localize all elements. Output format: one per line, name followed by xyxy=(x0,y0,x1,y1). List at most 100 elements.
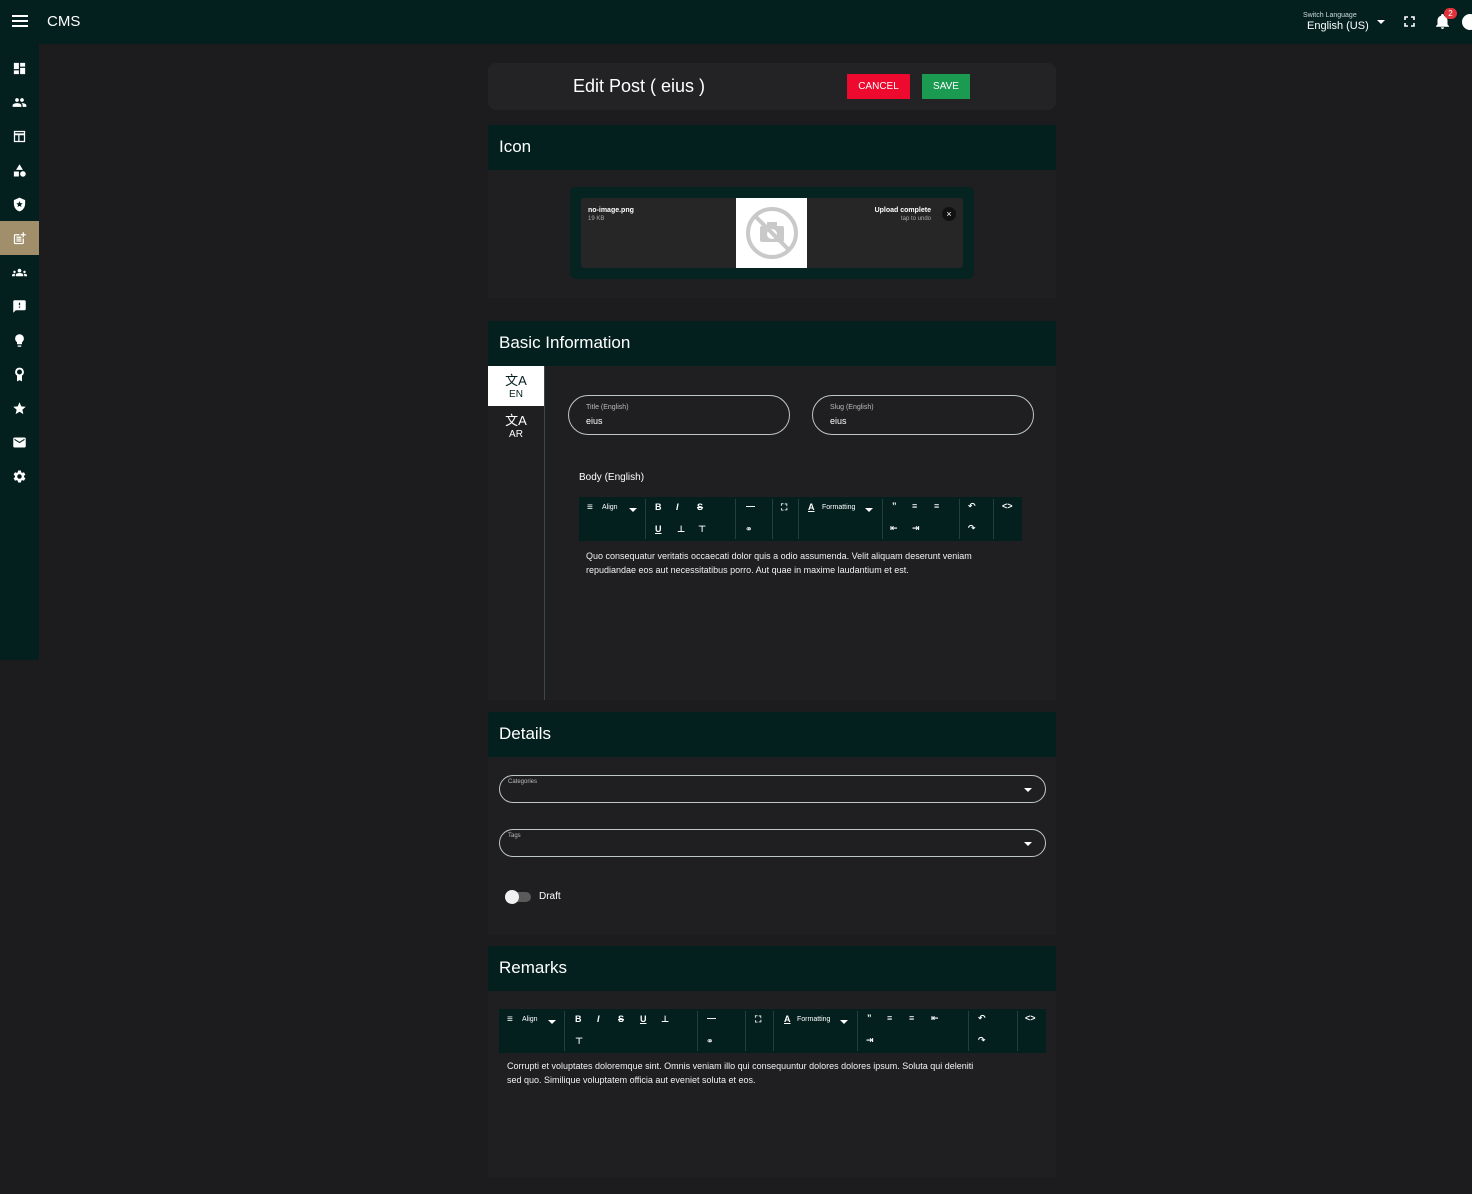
sidebar-item-settings[interactable] xyxy=(0,459,39,493)
undo-icon[interactable]: ↶ xyxy=(978,1013,986,1024)
redo-icon[interactable]: ↷ xyxy=(978,1035,986,1046)
categories-select[interactable]: Categories xyxy=(499,775,1046,803)
italic-icon[interactable]: I xyxy=(597,1014,600,1024)
chevron-down-icon[interactable] xyxy=(1377,20,1385,24)
tab-en[interactable]: 文A EN xyxy=(488,366,544,406)
chevron-down-icon[interactable] xyxy=(865,508,873,512)
close-icon[interactable]: × xyxy=(942,207,956,221)
sidebar-item-groups[interactable] xyxy=(0,255,39,289)
tags-select[interactable]: Tags xyxy=(499,829,1046,857)
text-color-icon[interactable]: A xyxy=(808,502,815,512)
superscript-icon[interactable]: ⊤ xyxy=(575,1036,583,1047)
horizontal-rule-icon[interactable]: — xyxy=(746,501,755,511)
horizontal-rule-icon[interactable]: — xyxy=(707,1013,716,1023)
title-field[interactable]: Title (English) eius xyxy=(568,395,790,435)
sidebar-item-dashboard[interactable] xyxy=(0,51,39,85)
strikethrough-icon[interactable]: S xyxy=(697,502,703,512)
sidebar-item-posts[interactable] xyxy=(0,221,39,255)
field-label: Title (English) xyxy=(586,404,629,411)
align-left-icon[interactable]: ≡ xyxy=(587,502,593,513)
sidebar xyxy=(0,44,39,660)
bullet-list-icon[interactable]: ≡ xyxy=(887,1013,892,1023)
underline-icon[interactable]: U xyxy=(640,1014,647,1024)
sidebar-item-feedback[interactable] xyxy=(0,289,39,323)
file-upload[interactable]: no-image.png 19 KB Upload complete tap t… xyxy=(570,187,974,279)
superscript-icon[interactable]: ⊤ xyxy=(698,524,706,535)
undo-hint[interactable]: tap to undo xyxy=(901,216,931,222)
quote-icon[interactable]: ” xyxy=(867,1013,872,1023)
notification-badge: 2 xyxy=(1444,8,1457,19)
feedback-icon xyxy=(13,299,26,313)
shapes-icon xyxy=(13,163,26,177)
subscript-icon[interactable]: ⊥ xyxy=(677,524,685,535)
remarks-editor[interactable]: Corrupti et voluptates doloremque sint. … xyxy=(507,1059,1047,1087)
body-editor[interactable]: Quo consequatur veritatis occaecati dolo… xyxy=(586,549,1036,577)
gear-icon xyxy=(13,470,26,482)
language-selector[interactable]: English (US) xyxy=(1307,20,1369,32)
fullscreen-icon[interactable]: ⛶ xyxy=(781,502,787,513)
bullet-list-icon[interactable]: ≡ xyxy=(912,501,917,511)
sidebar-item-favorites[interactable] xyxy=(0,391,39,425)
text-color-icon[interactable]: A xyxy=(784,1014,791,1024)
formatting-dropdown[interactable]: Formatting xyxy=(822,504,855,511)
file-size: 19 KB xyxy=(588,216,605,222)
quote-icon[interactable]: ” xyxy=(892,501,897,511)
draft-toggle[interactable] xyxy=(505,890,531,904)
strikethrough-icon[interactable]: S xyxy=(618,1014,624,1024)
sidebar-item-mail[interactable] xyxy=(0,425,39,459)
cancel-button[interactable]: CANCEL xyxy=(847,74,910,99)
chevron-down-icon[interactable] xyxy=(840,1020,848,1024)
redo-icon[interactable]: ↷ xyxy=(968,523,976,534)
indent-icon[interactable]: ⇥ xyxy=(912,523,920,534)
sidebar-item-users[interactable] xyxy=(0,85,39,119)
page-header: Edit Post ( eius ) CANCEL SAVE xyxy=(488,63,1056,110)
translate-icon: 文A xyxy=(505,413,527,428)
undo-icon[interactable]: ↶ xyxy=(968,501,976,512)
bold-icon[interactable]: B xyxy=(655,502,662,512)
lightbulb-icon xyxy=(15,333,24,347)
avatar[interactable] xyxy=(1462,14,1472,30)
tab-ar[interactable]: 文A AR xyxy=(488,406,544,446)
sidebar-item-awards[interactable] xyxy=(0,357,39,391)
body-text-line: Quo consequatur veritatis occaecati dolo… xyxy=(586,551,972,561)
users-icon xyxy=(12,97,27,107)
groups-icon xyxy=(12,268,27,276)
remarks-text-line: Corrupti et voluptates doloremque sint. … xyxy=(507,1061,974,1071)
link-icon[interactable]: ⚭ xyxy=(745,524,753,535)
chevron-down-icon[interactable] xyxy=(548,1020,556,1024)
italic-icon[interactable]: I xyxy=(676,502,679,512)
field-label: Categories xyxy=(508,779,538,785)
code-view-icon[interactable]: <> xyxy=(1025,1013,1036,1023)
numbered-list-icon[interactable]: ≡ xyxy=(934,501,939,511)
align-dropdown[interactable]: Align xyxy=(522,1016,538,1023)
formatting-dropdown[interactable]: Formatting xyxy=(797,1016,830,1023)
no-image-icon xyxy=(745,207,798,259)
subscript-icon[interactable]: ⊥ xyxy=(661,1014,669,1025)
sidebar-item-shapes[interactable] xyxy=(0,153,39,187)
slug-field[interactable]: Slug (English) eius xyxy=(812,395,1034,435)
remarks-text-line: sed quo. Similique voluptatem officia au… xyxy=(507,1075,756,1085)
outdent-icon[interactable]: ⇤ xyxy=(931,1013,939,1024)
page-title: Edit Post ( eius ) xyxy=(573,76,706,96)
shield-icon xyxy=(13,197,26,211)
align-left-icon[interactable]: ≡ xyxy=(507,1014,513,1025)
underline-icon[interactable]: U xyxy=(655,524,662,534)
chevron-down-icon[interactable] xyxy=(629,508,637,512)
indent-icon[interactable]: ⇥ xyxy=(866,1035,874,1046)
file-name: no-image.png xyxy=(588,207,634,214)
link-icon[interactable]: ⚭ xyxy=(706,1036,714,1047)
sidebar-item-ideas[interactable] xyxy=(0,323,39,357)
fullscreen-icon[interactable] xyxy=(1404,16,1415,27)
align-dropdown[interactable]: Align xyxy=(602,504,618,511)
section-title: Remarks xyxy=(499,958,568,977)
sidebar-item-security[interactable] xyxy=(0,187,39,221)
fullscreen-icon[interactable]: ⛶ xyxy=(755,1014,761,1025)
bold-icon[interactable]: B xyxy=(575,1014,582,1024)
sidebar-item-pages[interactable] xyxy=(0,119,39,153)
numbered-list-icon[interactable]: ≡ xyxy=(909,1013,914,1023)
outdent-icon[interactable]: ⇤ xyxy=(890,523,898,534)
menu-icon[interactable] xyxy=(12,13,28,31)
code-view-icon[interactable]: <> xyxy=(1002,501,1013,511)
save-button[interactable]: SAVE xyxy=(922,74,970,99)
award-icon xyxy=(15,367,24,381)
